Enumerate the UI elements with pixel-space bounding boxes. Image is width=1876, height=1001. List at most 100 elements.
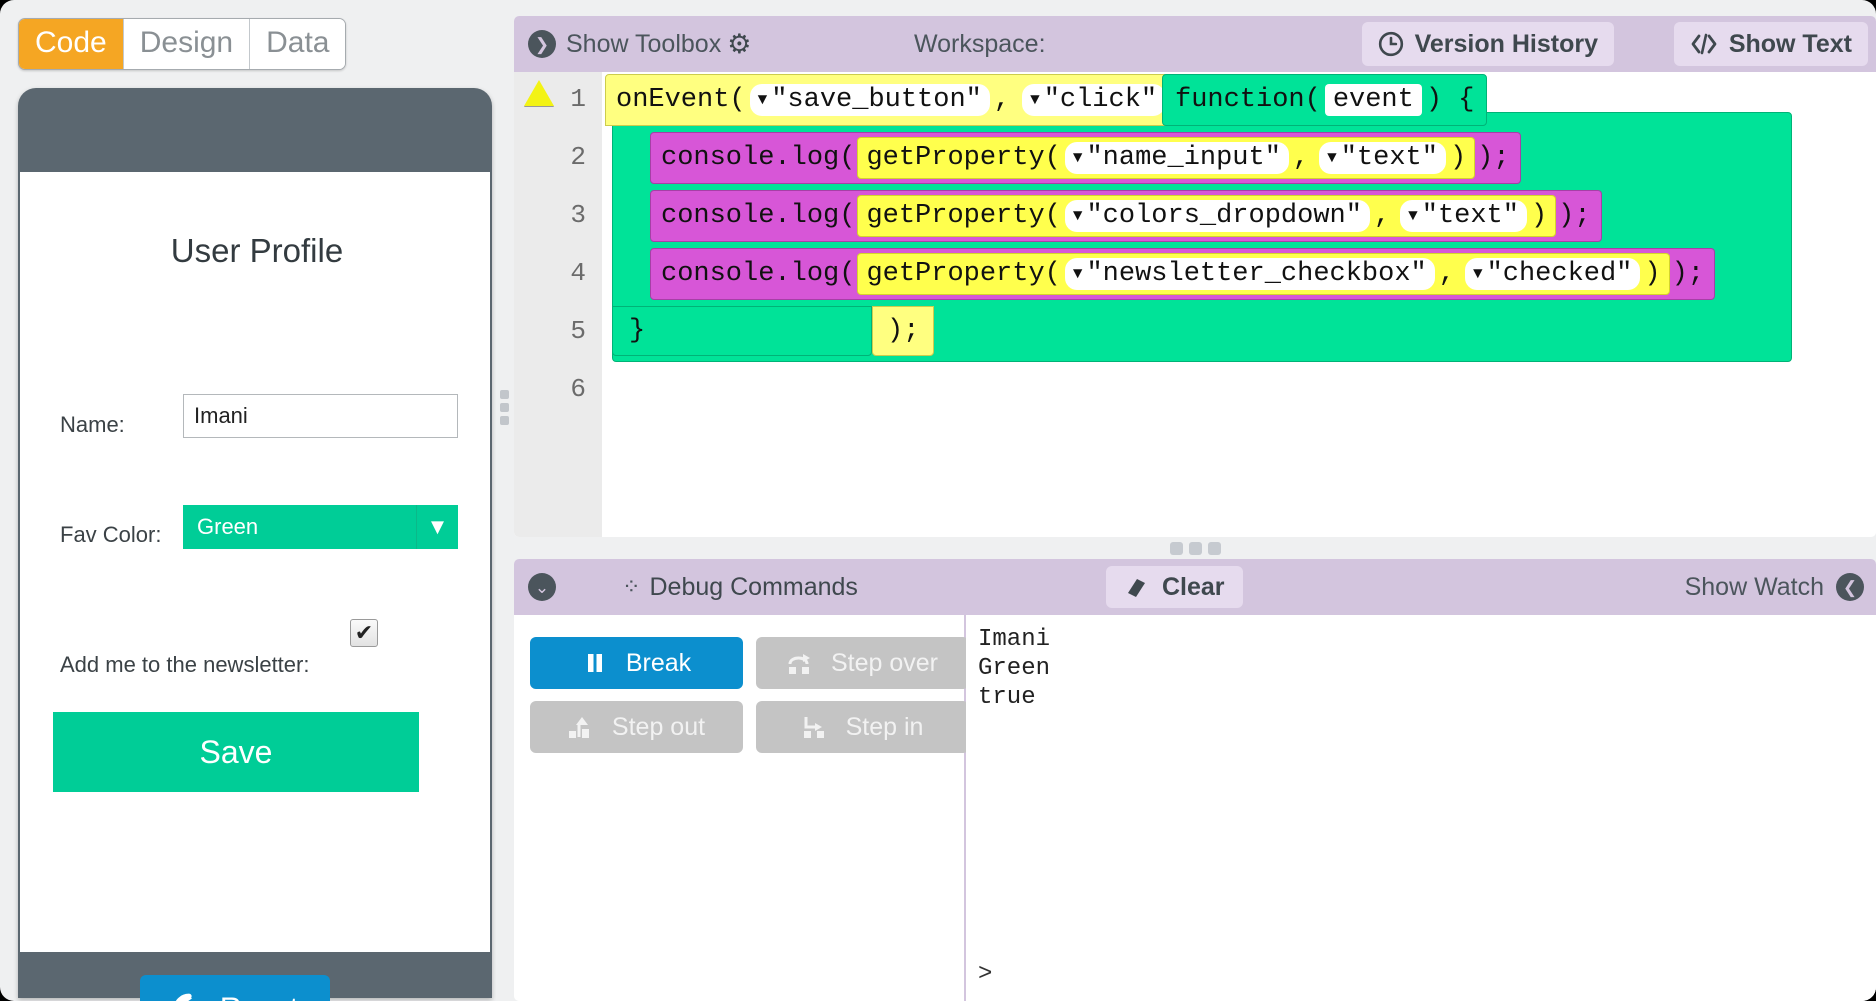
get-property-prop-field[interactable]: ▼ "text" — [1400, 200, 1527, 232]
get-property-prop-field[interactable]: ▼ "checked" — [1464, 258, 1641, 290]
on-event-close-paren: ); — [887, 316, 920, 346]
console-log-block[interactable]: console.log( getProperty( ▼ "newsletter_… — [650, 248, 1715, 300]
splitter-grip-icon — [1188, 541, 1202, 555]
get-property-element-value: "newsletter_checkbox" — [1086, 259, 1427, 289]
get-property-keyword: getProperty( — [866, 143, 1061, 173]
step-in-button-label: Step in — [845, 712, 924, 741]
line-number: 4 — [570, 258, 586, 288]
chevron-down-icon: ▼ — [1472, 265, 1483, 283]
debug-panel: ⌄ ⁘ Debug Commands Break Step over Step … — [514, 559, 1876, 1001]
get-property-element-value: "name_input" — [1086, 143, 1281, 173]
name-label: Name: — [60, 412, 125, 437]
code-workspace[interactable]: 1 2 3 4 5 6 onEvent( ▼ "save_button" , ▼… — [514, 72, 1876, 537]
function-header-block[interactable]: function( event ) { — [1162, 74, 1488, 126]
show-text-button[interactable]: Show Text — [1673, 22, 1868, 66]
name-input[interactable] — [183, 394, 458, 438]
console-log-block[interactable]: console.log( getProperty( ▼ "name_input"… — [650, 132, 1521, 184]
on-event-close-block[interactable]: ); — [872, 306, 935, 356]
console-line: Imani — [978, 626, 1051, 653]
console-output[interactable]: Imani Green true > — [966, 615, 1876, 1001]
get-property-block[interactable]: getProperty( ▼ "colors_dropdown" , ▼ "te… — [857, 195, 1557, 237]
line-number-gutter: 1 2 3 4 5 6 — [514, 72, 602, 537]
console-line: true — [978, 684, 1036, 711]
debug-commands-label-text: Debug Commands — [649, 572, 858, 601]
console-log-close: ); — [1558, 201, 1591, 231]
onevent-event-field[interactable]: ▼ "click" — [1022, 84, 1166, 116]
horizontal-splitter[interactable] — [514, 537, 1876, 559]
clock-icon — [1378, 31, 1403, 57]
break-button[interactable]: Break — [530, 637, 743, 689]
version-history-button[interactable]: Version History — [1361, 22, 1614, 66]
colors-dropdown[interactable]: Green ▼ — [183, 505, 458, 549]
save-button[interactable]: Save — [53, 712, 419, 792]
function-close-block[interactable]: } — [612, 306, 872, 356]
get-property-close: ) — [1449, 143, 1467, 173]
app-preview-phone: User Profile Name: Fav Color: Green ▼ Ad… — [18, 88, 492, 1001]
function-param-field[interactable]: event — [1324, 84, 1422, 116]
step-in-button[interactable]: Step in — [756, 701, 969, 753]
console-log-close: ); — [1477, 143, 1510, 173]
step-over-button[interactable]: Step over — [756, 637, 969, 689]
debug-commands-title: ⁘ Debug Commands — [514, 573, 966, 602]
onevent-element-field[interactable]: ▼ "save_button" — [749, 84, 990, 116]
get-property-element-value: "colors_dropdown" — [1086, 201, 1362, 231]
pause-icon — [587, 654, 602, 672]
get-property-element-field[interactable]: ▼ "newsletter_checkbox" — [1064, 258, 1435, 290]
clear-button-label: Clear — [1162, 572, 1225, 601]
reset-button[interactable]: Reset — [140, 975, 330, 1001]
tab-data[interactable]: Data — [250, 19, 346, 69]
comma: , — [1373, 201, 1391, 231]
chevron-down-icon: ▼ — [1072, 149, 1083, 167]
closing-brace: } — [629, 316, 646, 346]
refresh-icon — [175, 993, 192, 1001]
get-property-block[interactable]: getProperty( ▼ "newsletter_checkbox" , ▼… — [857, 253, 1670, 295]
newsletter-label: Add me to the newsletter: — [60, 652, 310, 677]
console-log-block[interactable]: console.log( getProperty( ▼ "colors_drop… — [650, 190, 1602, 242]
warning-triangle-icon[interactable] — [524, 80, 554, 106]
chevron-down-icon: ▼ — [1072, 207, 1083, 225]
gear-icon[interactable]: ⚙ — [727, 29, 751, 60]
tab-code[interactable]: Code — [19, 19, 124, 69]
right-panel: ❯ Show Toolbox ⚙ Workspace: Version Hist… — [514, 16, 1876, 1001]
tab-design[interactable]: Design — [123, 19, 251, 69]
get-property-prop-value: "text" — [1421, 201, 1519, 231]
chevron-down-icon: ▼ — [1327, 149, 1337, 167]
console-log-keyword: console.log( — [661, 259, 856, 289]
workspace-toolbar: ❯ Show Toolbox ⚙ Workspace: Version Hist… — [514, 16, 1876, 72]
get-property-block[interactable]: getProperty( ▼ "name_input" , ▼ "text" ) — [857, 137, 1476, 179]
line-number: 3 — [570, 200, 586, 230]
step-out-button[interactable]: Step out — [530, 701, 743, 753]
eraser-icon — [1128, 579, 1145, 597]
show-watch-label: Show Watch — [1684, 572, 1824, 601]
newsletter-checkbox[interactable]: ✔ — [350, 619, 378, 647]
show-toolbox-button[interactable]: ❯ Show Toolbox — [528, 30, 721, 59]
get-property-element-field[interactable]: ▼ "name_input" — [1064, 142, 1289, 174]
vertical-splitter[interactable] — [496, 0, 514, 1001]
left-panel: Code Design Data User Profile Name: Fav … — [0, 0, 500, 1001]
get-property-close: ) — [1530, 201, 1548, 231]
get-property-close: ) — [1644, 259, 1661, 289]
get-property-prop-value: "text" — [1340, 143, 1438, 173]
get-property-element-field[interactable]: ▼ "colors_dropdown" — [1064, 200, 1370, 232]
console-prompt[interactable]: > — [978, 960, 992, 989]
splitter-grip-icon — [1207, 541, 1221, 555]
mode-tabs: Code Design Data — [18, 18, 347, 70]
onevent-element-value: "save_button" — [771, 85, 982, 115]
chevron-down-icon: ▼ — [1030, 91, 1040, 109]
get-property-prop-field[interactable]: ▼ "text" — [1319, 142, 1446, 174]
step-out-icon — [568, 717, 589, 738]
splitter-grip-icon — [1169, 541, 1183, 555]
reset-button-label: Reset — [220, 992, 298, 1001]
debug-console-pane: Clear Show Watch ❮ Imani Green true > — [966, 559, 1876, 1001]
function-param-value: event — [1332, 85, 1414, 115]
get-property-keyword: getProperty( — [866, 201, 1061, 231]
show-watch-button[interactable]: Show Watch ❮ — [1685, 573, 1864, 602]
comma: , — [1438, 259, 1455, 289]
on-event-block[interactable]: onEvent( ▼ "save_button" , ▼ "click" , — [605, 74, 1197, 126]
step-in-icon — [803, 717, 824, 738]
console-log-keyword: console.log( — [661, 201, 856, 231]
clear-button[interactable]: Clear — [1106, 566, 1243, 608]
show-text-label: Show Text — [1728, 29, 1852, 58]
block-canvas[interactable]: onEvent( ▼ "save_button" , ▼ "click" , — [602, 72, 1876, 537]
function-open-brace: ) { — [1425, 85, 1475, 115]
